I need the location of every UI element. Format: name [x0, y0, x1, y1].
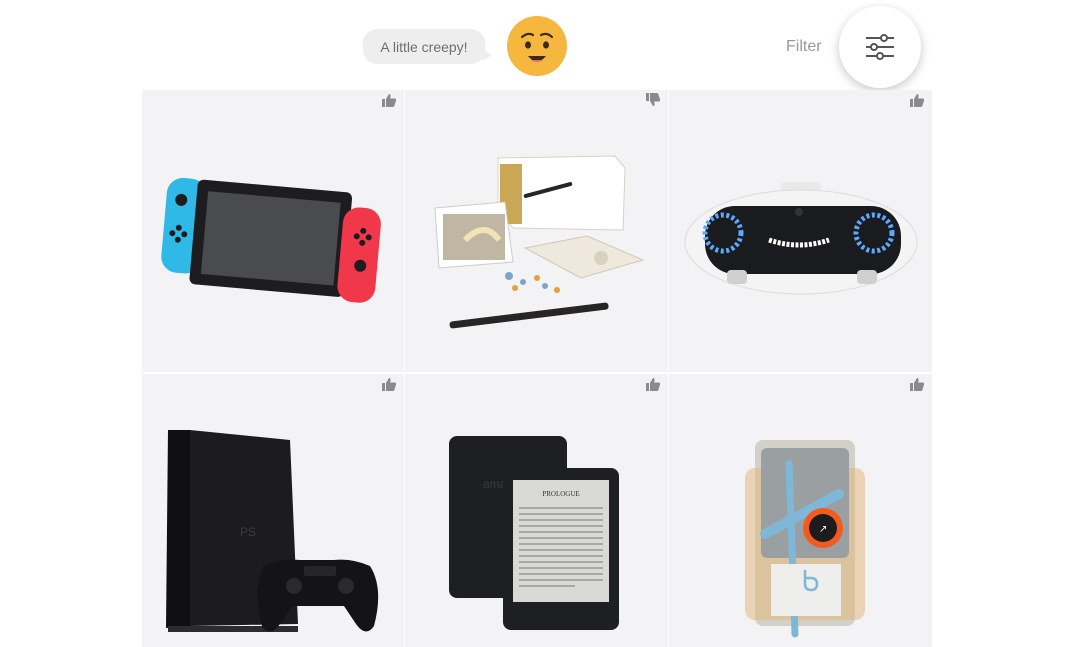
wand-kit-image	[434, 155, 645, 329]
playstation-image: PS	[166, 430, 379, 632]
product-tile-playstation[interactable]: PS	[142, 374, 404, 647]
filter-label[interactable]: Filter	[786, 38, 822, 56]
product-tile-bike-navigator[interactable]: ↗	[669, 374, 932, 647]
svg-text:PS: PS	[240, 525, 256, 539]
reaction-bubble: A little creepy!	[363, 29, 492, 64]
bike-navigator-image: ↗	[745, 440, 865, 638]
reaction-text: A little creepy!	[380, 38, 468, 55]
sliders-icon	[866, 34, 894, 60]
ereader-image: amazon PROLOGUE	[449, 436, 619, 630]
ereader-screen-title: PROLOGUE	[542, 490, 579, 498]
smiling-face-icon	[507, 16, 567, 76]
product-tile-switch[interactable]	[142, 90, 404, 372]
product-grid: PS amazon PROLOGUE	[142, 90, 932, 647]
robot-image	[684, 182, 918, 295]
product-tile-ereader[interactable]: amazon PROLOGUE	[405, 374, 668, 647]
filter-button[interactable]	[839, 6, 921, 88]
product-tile-robot[interactable]	[669, 90, 932, 372]
svg-text:↗: ↗	[819, 524, 827, 535]
product-tile-wand-kit[interactable]	[405, 90, 668, 372]
switch-console-image	[161, 178, 381, 303]
